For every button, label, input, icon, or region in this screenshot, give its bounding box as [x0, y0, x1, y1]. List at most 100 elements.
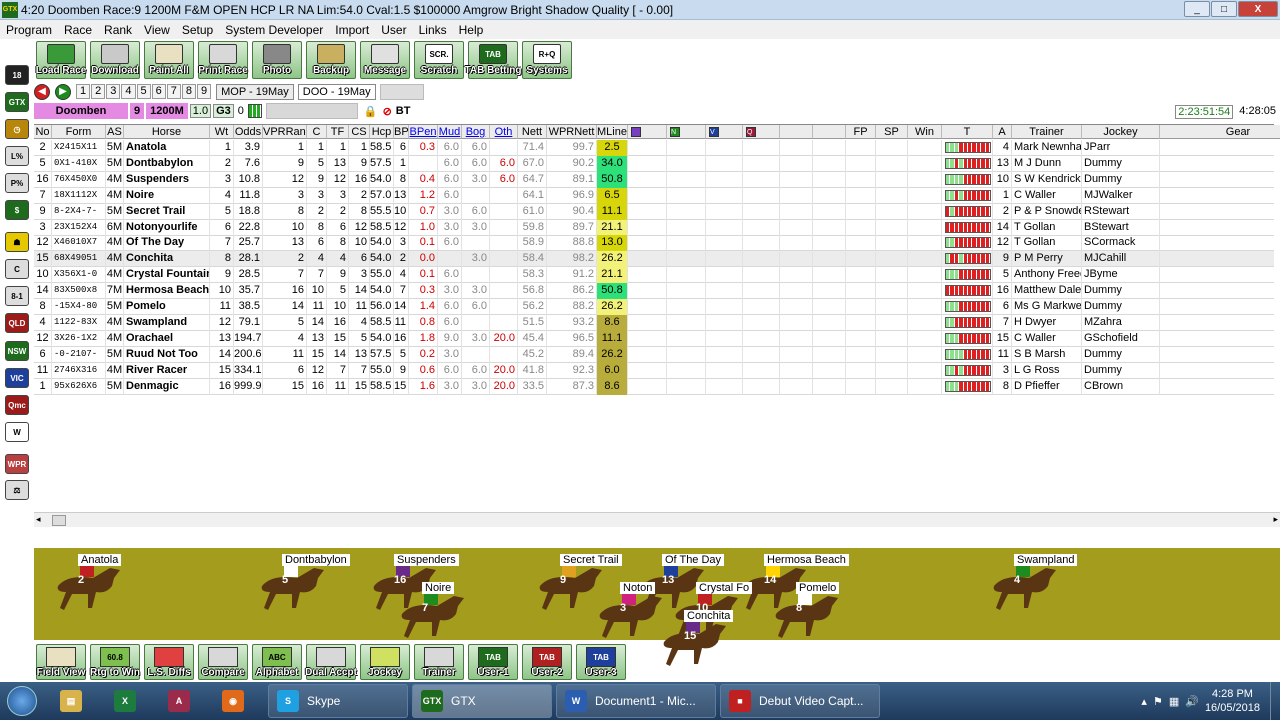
- column-header[interactable]: Horse: [124, 125, 210, 139]
- taskbar-clock[interactable]: 4:28 PM 16/05/2018: [1205, 687, 1260, 715]
- print-race-button[interactable]: Print Race: [198, 41, 248, 79]
- explorer-app-button[interactable]: ▤: [45, 684, 97, 718]
- column-header[interactable]: A: [993, 125, 1012, 139]
- stop-icon[interactable]: ⊘: [383, 105, 392, 118]
- menu-program[interactable]: Program: [0, 23, 58, 37]
- table-row[interactable]: 3 23X152X4 6M Notonyourlife 6 22.8 10 8 6 12 58.5 1…: [34, 219, 1274, 236]
- menu-user[interactable]: User: [375, 23, 412, 37]
- column-header[interactable]: T: [942, 125, 993, 139]
- table-row[interactable]: 7 18X1112X 4M Noire 4 11.8 3 3 3 2 57.0 13 1.2 6.0 64.…: [34, 187, 1274, 204]
- column-header[interactable]: WPRNett: [547, 125, 597, 139]
- column-header[interactable]: Win: [908, 125, 942, 139]
- menu-import[interactable]: Import: [329, 23, 375, 37]
- l-s-diffs-button[interactable]: L.S. Diffs: [144, 644, 194, 680]
- column-header[interactable]: Jockey: [1082, 125, 1160, 139]
- w-logo-icon[interactable]: W: [5, 422, 29, 442]
- qmc-icon[interactable]: Qmc: [5, 395, 29, 415]
- column-header[interactable]: BPen: [409, 125, 438, 139]
- column-header[interactable]: [813, 125, 846, 139]
- menu-help[interactable]: Help: [453, 23, 490, 37]
- table-row[interactable]: 11 2746X316 4M River Racer 15 334.1 6 12 7 7 55.0 9…: [34, 362, 1274, 379]
- column-header[interactable]: TF: [327, 125, 349, 139]
- race-tab-6[interactable]: 6: [151, 84, 166, 99]
- table-row[interactable]: 4 1122-83X 4M Swampland 12 79.1 5 14 16 4 58.5 11 0.…: [34, 314, 1274, 331]
- column-header[interactable]: No: [34, 125, 52, 139]
- menu-system-developer[interactable]: System Developer: [219, 23, 329, 37]
- rtg-to-win-button[interactable]: 60.8 Rtg to Win: [90, 644, 140, 680]
- column-header[interactable]: Nett: [518, 125, 547, 139]
- column-header[interactable]: Mud: [438, 125, 462, 139]
- table-row[interactable]: 12 X46010X7 4M Of The Day 7 25.7 13 6 8 10 54.0 3 0.…: [34, 235, 1274, 252]
- user-3-button[interactable]: TAB User-3: [576, 644, 626, 680]
- column-header[interactable]: FP: [846, 125, 876, 139]
- alphabet-button[interactable]: ABC Alphabet: [252, 644, 302, 680]
- percent-a-icon[interactable]: L%: [5, 146, 29, 166]
- task-button[interactable]: GTX GTX: [412, 684, 552, 718]
- table-row[interactable]: 15 68X49051 4M Conchita 8 28.1 2 4 4 6 54.0 2 0.0 3.0…: [34, 251, 1274, 268]
- column-header[interactable]: MLine: [597, 125, 628, 139]
- race-tab-9[interactable]: 9: [197, 84, 212, 99]
- table-row[interactable]: 12 3X26-1X2 4M Orachael 13 194.7 4 13 15 5 54.0 16 1…: [34, 330, 1274, 347]
- compare-button[interactable]: Compare: [198, 644, 248, 680]
- meeting-tab[interactable]: MOP - 19May: [216, 83, 294, 100]
- column-header[interactable]: Q: [743, 125, 780, 139]
- column-header[interactable]: Trainer: [1012, 125, 1082, 139]
- money-icon[interactable]: $: [5, 200, 29, 220]
- firefox-app-button[interactable]: ◉: [207, 684, 259, 718]
- menu-setup[interactable]: Setup: [176, 23, 219, 37]
- bars-icon[interactable]: [247, 104, 262, 118]
- systems-button[interactable]: R+Q Systems: [522, 41, 572, 79]
- network-icon[interactable]: ▦: [1169, 695, 1179, 708]
- column-header[interactable]: [628, 125, 667, 139]
- user-1-button[interactable]: TAB User-1: [468, 644, 518, 680]
- message-button[interactable]: Message: [360, 41, 410, 79]
- column-header[interactable]: Oth: [490, 125, 518, 139]
- menu-race[interactable]: Race: [58, 23, 98, 37]
- column-header[interactable]: Odds: [234, 125, 263, 139]
- table-row[interactable]: 10 X356X1-0 4M Crystal Fountain 9 28.5 7 7 9 3 55.…: [34, 267, 1274, 284]
- table-row[interactable]: 2 X2415X11 5M Anatola 1 3.9 1 1 1 1 58.5 6 0.3 6.0 6.0…: [34, 140, 1274, 156]
- meeting-tab[interactable]: DOO - 19May: [297, 83, 376, 100]
- column-header[interactable]: AS: [106, 125, 124, 139]
- column-header[interactable]: SP: [876, 125, 908, 139]
- show-desktop-button[interactable]: [1270, 682, 1280, 720]
- table-row[interactable]: 6 -0-2107- 5M Ruud Not Too 14 200.6 11 15 14 13 57…: [34, 346, 1274, 363]
- paint-all-button[interactable]: Paint All: [144, 41, 194, 79]
- menu-links[interactable]: Links: [413, 23, 453, 37]
- table-row[interactable]: 16 76X450X0 4M Suspenders 3 10.8 12 9 12 16 54.0 8 0…: [34, 171, 1274, 188]
- vic-icon[interactable]: VIC: [5, 368, 29, 388]
- excel-app-button[interactable]: X: [99, 684, 151, 718]
- column-header[interactable]: BP: [394, 125, 409, 139]
- nsw-icon[interactable]: NSW: [5, 341, 29, 361]
- download-button[interactable]: Download: [90, 41, 140, 79]
- next-arrow-icon[interactable]: ▶: [55, 83, 71, 100]
- jockey-icon[interactable]: ☗: [5, 232, 29, 252]
- clock-icon[interactable]: ◷: [5, 119, 29, 139]
- maximize-button[interactable]: □: [1211, 1, 1237, 17]
- eight-one-icon[interactable]: 8-1: [5, 286, 29, 306]
- column-header[interactable]: VPRRank: [263, 125, 307, 139]
- race-tab-5[interactable]: 5: [136, 84, 151, 99]
- task-button[interactable]: W Document1 - Mic...: [556, 684, 716, 718]
- menu-view[interactable]: View: [138, 23, 176, 37]
- user-2-button[interactable]: TAB User-2: [522, 644, 572, 680]
- prev-arrow-icon[interactable]: ◀: [34, 83, 50, 100]
- column-header[interactable]: C: [307, 125, 327, 139]
- lock-icon[interactable]: 🔒: [364, 105, 378, 118]
- tray-arrow-icon[interactable]: ▴: [1141, 695, 1147, 708]
- table-row[interactable]: 8 -15X4-80 5M Pomelo 11 38.5 14 11 10 11 56.0 14 1.4…: [34, 299, 1274, 315]
- scroll-left-icon[interactable]: ◂: [36, 514, 41, 525]
- volume-icon[interactable]: 🔊: [1185, 695, 1199, 708]
- menu-rank[interactable]: Rank: [98, 23, 138, 37]
- task-button[interactable]: S Skype: [268, 684, 408, 718]
- jockey-button[interactable]: Jockey: [360, 644, 410, 680]
- horizontal-scrollbar[interactable]: ◂ ▸: [34, 512, 1280, 527]
- column-header[interactable]: V: [706, 125, 743, 139]
- column-header[interactable]: Hcp: [370, 125, 394, 139]
- column-header[interactable]: Bog: [462, 125, 490, 139]
- load-race-button[interactable]: Load Race: [36, 41, 86, 79]
- race-tab-1[interactable]: 1: [76, 84, 91, 99]
- access-app-button[interactable]: A: [153, 684, 205, 718]
- column-header[interactable]: [780, 125, 813, 139]
- tab-betting-button[interactable]: TAB TAB Betting: [464, 41, 522, 79]
